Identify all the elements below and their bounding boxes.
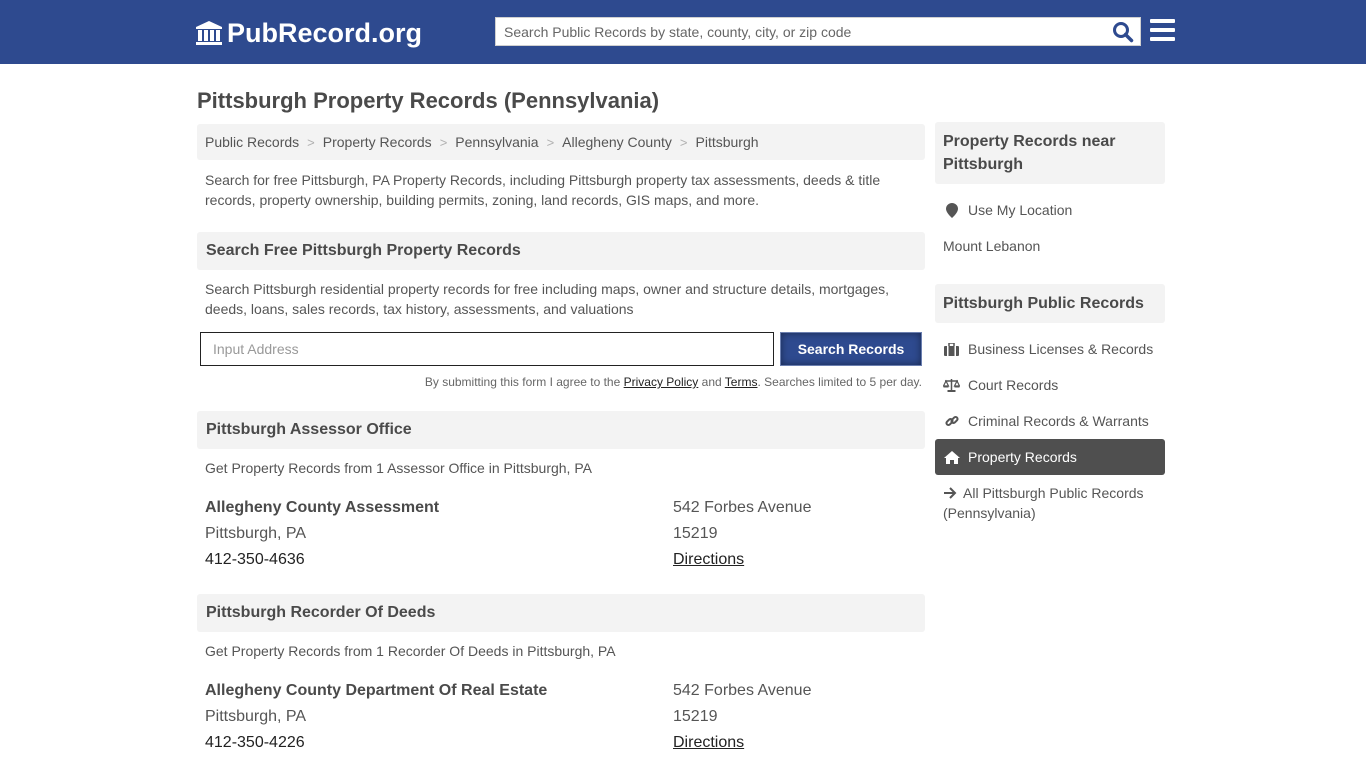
courthouse-icon [196, 21, 222, 45]
disclaimer-suffix: . Searches limited to 5 per day. [757, 375, 922, 389]
sidebar-item-label: Court Records [968, 377, 1059, 393]
terms-link[interactable]: Terms [725, 375, 758, 389]
breadcrumb-pennsylvania[interactable]: Pennsylvania [455, 134, 538, 150]
office-city: Pittsburgh, PA [205, 525, 307, 542]
breadcrumb-separator: > [439, 134, 448, 150]
search-section-heading: Search Free Pittsburgh Property Records [197, 232, 925, 270]
sidebar-item-criminal-records[interactable]: Criminal Records & Warrants [935, 403, 1165, 439]
all-public-records-label: All Pittsburgh Public Records (Pennsylva… [943, 485, 1144, 521]
assessor-description: Get Property Records from 1 Assessor Off… [205, 460, 592, 476]
page-title: Pittsburgh Property Records (Pennsylvani… [197, 88, 660, 113]
top-navbar: PubRecord.org [0, 0, 1366, 64]
privacy-policy-link[interactable]: Privacy Policy [624, 375, 699, 389]
breadcrumb-separator: > [546, 134, 555, 150]
office-phone: 412-350-4636 [205, 551, 305, 568]
sidebar-item-label: Property Records [968, 449, 1077, 465]
search-records-button[interactable]: Search Records [780, 332, 922, 366]
sidebar-item-court-records[interactable]: Court Records [935, 367, 1165, 403]
address-input[interactable] [200, 332, 774, 366]
use-my-location-link[interactable]: Use My Location [935, 192, 1165, 228]
nearby-link-mount-lebanon[interactable]: Mount Lebanon [943, 238, 1040, 254]
assessor-section-heading: Pittsburgh Assessor Office [197, 411, 925, 449]
top-search-input[interactable] [496, 18, 1096, 45]
site-logo[interactable]: PubRecord.org [195, 17, 422, 49]
sidebar-item-label: Business Licenses & Records [968, 341, 1154, 357]
office-phone: 412-350-4226 [205, 734, 305, 751]
directions-link[interactable]: Directions [673, 734, 744, 752]
disclaimer-prefix: By submitting this form I agree to the [424, 375, 624, 389]
breadcrumb-pittsburgh[interactable]: Pittsburgh [696, 134, 759, 150]
disclaimer-and: and [698, 375, 725, 389]
intro-text: Search for free Pittsburgh, PA Property … [205, 172, 881, 208]
recorder-description: Get Property Records from 1 Recorder Of … [205, 643, 616, 659]
search-description: Search Pittsburgh residential property r… [205, 281, 890, 317]
top-search-box [495, 17, 1141, 46]
breadcrumb-property-records[interactable]: Property Records [323, 134, 432, 150]
briefcase-icon [943, 341, 960, 357]
sidebar-item-business-licenses[interactable]: Business Licenses & Records [935, 331, 1165, 367]
office-name: Allegheny County Department Of Real Esta… [205, 682, 548, 699]
recorder-section-heading: Pittsburgh Recorder Of Deeds [197, 594, 925, 632]
menu-bar [1150, 19, 1175, 23]
all-public-records-link[interactable]: All Pittsburgh Public Records (Pennsylva… [943, 483, 1158, 523]
form-disclaimer: By submitting this form I agree to the P… [300, 375, 922, 389]
office-name: Allegheny County Assessment [205, 499, 440, 516]
public-records-heading: Pittsburgh Public Records [935, 284, 1165, 323]
breadcrumb: Public Records > Property Records > Penn… [197, 124, 925, 160]
breadcrumb-allegheny-county[interactable]: Allegheny County [562, 134, 672, 150]
breadcrumb-public-records[interactable]: Public Records [205, 134, 299, 150]
office-zip: 15219 [673, 525, 718, 542]
home-icon [943, 449, 960, 465]
office-address: 542 Forbes Avenue [673, 682, 812, 699]
directions-link[interactable]: Directions [673, 551, 744, 569]
search-icon [1113, 22, 1134, 43]
office-address: 542 Forbes Avenue [673, 499, 812, 516]
sidebar-item-label: Criminal Records & Warrants [968, 413, 1149, 429]
logo-text: PubRecord.org [227, 17, 423, 48]
hamburger-menu-button[interactable] [1150, 19, 1176, 43]
breadcrumb-separator: > [679, 134, 688, 150]
scale-icon [943, 377, 960, 393]
search-button[interactable] [1112, 21, 1136, 43]
use-my-location-label: Use My Location [968, 202, 1073, 218]
office-city: Pittsburgh, PA [205, 708, 307, 725]
nearby-heading: Property Records near Pittsburgh [935, 122, 1165, 184]
arrow-right-icon [944, 487, 957, 499]
menu-bar [1150, 37, 1175, 41]
sidebar-item-property-records[interactable]: Property Records [935, 439, 1165, 475]
map-marker-icon [943, 202, 960, 218]
office-zip: 15219 [673, 708, 718, 725]
breadcrumb-separator: > [307, 134, 315, 150]
link-icon [943, 413, 960, 429]
menu-bar [1150, 28, 1175, 32]
